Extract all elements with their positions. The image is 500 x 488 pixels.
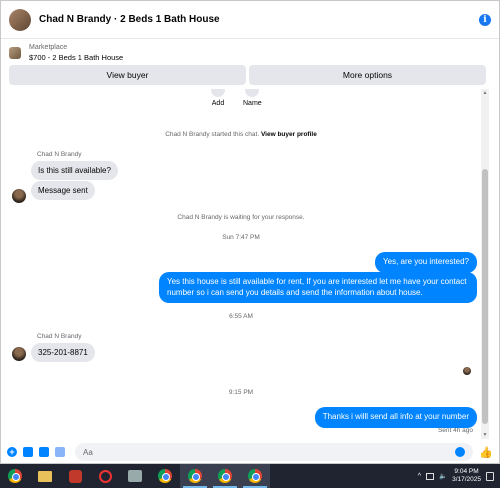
scroll-up-icon[interactable]: ▲ xyxy=(481,89,489,97)
thumbs-up-icon[interactable]: 👍 xyxy=(479,446,493,459)
taskbar-app-gray[interactable] xyxy=(120,464,150,488)
outgoing-message[interactable]: Yes this house is still available for re… xyxy=(159,272,477,303)
outgoing-message[interactable]: Yes, are you interested? xyxy=(375,252,477,273)
chat-scrollbar[interactable]: ▲ ▼ xyxy=(481,89,489,439)
add-action[interactable]: Add xyxy=(211,89,225,107)
chrome-icon xyxy=(188,469,202,483)
taskbar-chrome-3[interactable] xyxy=(180,464,210,488)
volume-icon[interactable]: 🔈 xyxy=(439,472,447,480)
add-icon xyxy=(211,89,225,97)
message-composer: + Aa 👍 xyxy=(1,441,499,463)
listing-category: Marketplace xyxy=(29,44,68,51)
taskbar-file-explorer[interactable] xyxy=(30,464,60,488)
sticker-icon[interactable] xyxy=(39,447,49,457)
system-tray: ^ 🔈 9:04 PM 3/17/2025 xyxy=(418,468,500,484)
chrome-icon xyxy=(218,469,232,483)
listing-thumbnail xyxy=(9,47,21,59)
network-icon[interactable] xyxy=(425,472,434,480)
chat-started-notice: Chad N Brandy started this chat. View bu… xyxy=(1,131,481,138)
message-input[interactable]: Aa xyxy=(75,443,474,461)
app-red-icon xyxy=(68,469,82,483)
taskbar-chrome-4[interactable] xyxy=(210,464,240,488)
sender-name: Chad N Brandy xyxy=(37,151,82,158)
chrome-icon xyxy=(248,469,262,483)
info-icon[interactable]: i xyxy=(479,13,491,26)
image-icon[interactable] xyxy=(23,447,33,457)
scrollbar-thumb[interactable] xyxy=(482,169,488,424)
timestamp: 6:55 AM xyxy=(229,313,253,320)
outgoing-message[interactable]: Thanks i willl send all info at your num… xyxy=(314,407,477,428)
buyer-avatar[interactable] xyxy=(12,189,26,203)
app-gray-icon xyxy=(128,470,142,482)
incoming-message[interactable]: Is this still available? xyxy=(31,161,118,180)
sent-status: Sent 4h ago xyxy=(437,427,473,434)
listing-avatar[interactable] xyxy=(9,8,31,31)
emoji-icon[interactable] xyxy=(455,447,466,457)
gif-icon[interactable] xyxy=(55,447,65,457)
windows-taskbar: ^ 🔈 9:04 PM 3/17/2025 xyxy=(0,464,500,488)
incoming-message[interactable]: 325-201-8871 xyxy=(31,343,95,362)
tray-expand-icon[interactable]: ^ xyxy=(418,473,421,480)
timestamp: 9:15 PM xyxy=(228,389,254,396)
listing-name: $700 - 2 Beds 1 Bath House xyxy=(29,53,124,62)
message-list[interactable]: Add Name Chad N Brandy started this chat… xyxy=(1,89,481,439)
chrome-icon xyxy=(158,469,172,483)
chat-started-text: Chad N Brandy started this chat. xyxy=(165,131,260,138)
more-options-button[interactable]: More options xyxy=(249,65,486,85)
add-label: Add xyxy=(211,100,225,107)
messenger-window: Chad N Brandy · 2 Beds 1 Bath House i Ma… xyxy=(0,0,500,464)
timestamp: Sun 7:47 PM xyxy=(222,234,260,241)
chat-title[interactable]: Chad N Brandy · 2 Beds 1 Bath House xyxy=(39,14,479,25)
listing-summary[interactable]: Marketplace $700 - 2 Beds 1 Bath House xyxy=(9,43,489,63)
seen-avatar-icon xyxy=(463,367,471,375)
plus-icon[interactable]: + xyxy=(7,447,17,457)
sender-name: Chad N Brandy xyxy=(37,333,82,340)
name-action[interactable]: Name xyxy=(243,89,262,107)
chrome-icon xyxy=(8,469,22,483)
waiting-notice: Chad N Brandy is waiting for your respon… xyxy=(177,214,305,221)
message-input-placeholder: Aa xyxy=(83,447,93,457)
taskbar-chrome-2[interactable] xyxy=(150,464,180,488)
listing-actions: View buyer More options xyxy=(9,65,486,85)
name-label: Name xyxy=(243,100,262,107)
chat-header: Chad N Brandy · 2 Beds 1 Bath House i xyxy=(1,1,499,39)
notification-icon[interactable] xyxy=(486,471,494,481)
scroll-down-icon[interactable]: ▼ xyxy=(481,431,489,439)
taskbar-app-red[interactable] xyxy=(60,464,90,488)
name-icon xyxy=(245,89,260,97)
buyer-avatar[interactable] xyxy=(12,347,26,361)
clock-time: 9:04 PM xyxy=(454,468,479,475)
view-buyer-profile-link[interactable]: View buyer profile xyxy=(261,131,317,138)
clock-date: 3/17/2025 xyxy=(452,476,481,483)
incoming-message[interactable]: Message sent xyxy=(31,181,95,200)
taskbar-app-red-circle[interactable] xyxy=(90,464,120,488)
view-buyer-button[interactable]: View buyer xyxy=(9,65,246,85)
folder-icon xyxy=(38,470,52,482)
taskbar-chrome-5[interactable] xyxy=(240,464,270,488)
taskbar-clock[interactable]: 9:04 PM 3/17/2025 xyxy=(452,468,481,484)
taskbar-chrome-1[interactable] xyxy=(0,464,30,488)
app-red-circle-icon xyxy=(98,469,112,483)
